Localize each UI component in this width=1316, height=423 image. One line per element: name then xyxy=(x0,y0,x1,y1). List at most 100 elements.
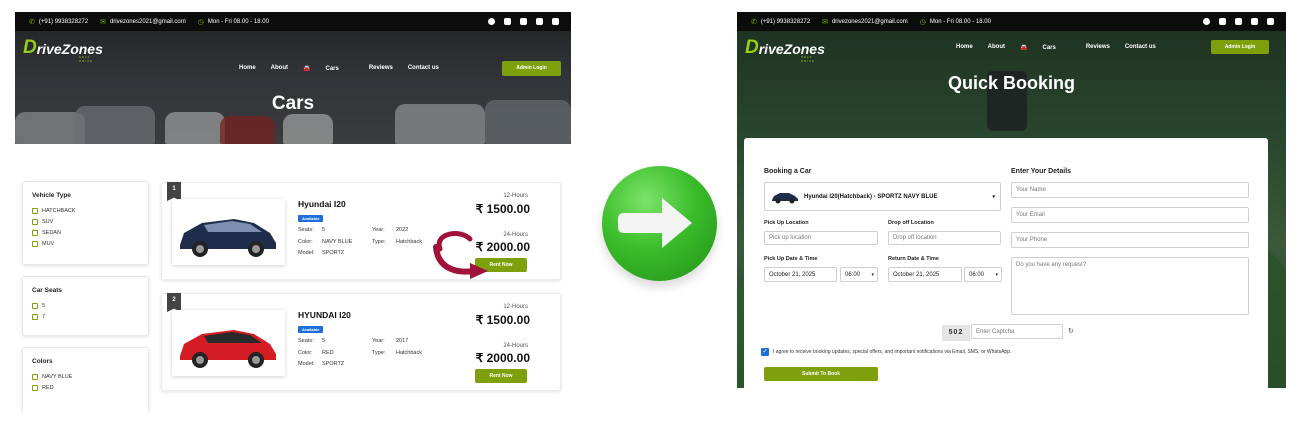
email-icon: ✉ xyxy=(100,18,106,26)
request-textarea[interactable]: Do you have any request? xyxy=(1011,257,1249,315)
nav-about[interactable]: About xyxy=(988,44,1005,51)
admin-login-button[interactable]: Admin Login xyxy=(502,61,561,76)
nav-reviews[interactable]: Reviews xyxy=(369,65,393,72)
filter-option[interactable]: MUV xyxy=(32,238,139,249)
spec-color: Color: RED xyxy=(298,350,334,356)
checkbox[interactable] xyxy=(32,313,38,320)
price-12h-label: 12-Hours xyxy=(503,304,528,310)
email-input[interactable]: Your Email xyxy=(1011,207,1249,223)
youtube-icon[interactable] xyxy=(1235,18,1242,25)
main-nav: DriveZones SELF DRIVE Home About 🚘 Cars R… xyxy=(737,31,1286,63)
checkbox[interactable] xyxy=(32,207,38,214)
checkbox[interactable] xyxy=(32,373,38,380)
car-photo[interactable] xyxy=(172,199,285,265)
pickup-location-label: Pick Up Location xyxy=(764,220,809,226)
price-12h: ₹ 1500.00 xyxy=(475,202,530,216)
car-name[interactable]: Hyundai I20 xyxy=(298,199,346,209)
car-icon: 🚘 xyxy=(303,66,311,72)
pickup-date-input[interactable]: October 21, 2025 xyxy=(764,267,837,282)
topbar-email[interactable]: drivezones2021@gmail.com xyxy=(832,19,908,25)
nav-contact[interactable]: Contact us xyxy=(1125,44,1156,51)
price-24h-label: 24-Hours xyxy=(503,343,528,349)
instagram-icon[interactable] xyxy=(1251,18,1258,25)
social-links xyxy=(488,18,559,25)
price-24h: ₹ 2000.00 xyxy=(475,351,530,365)
checkbox[interactable] xyxy=(32,240,38,247)
pickup-datetime-label: Pick Up Date & Time xyxy=(764,256,818,262)
phone-icon: ✆ xyxy=(29,18,35,26)
chevron-down-icon: ▾ xyxy=(871,271,874,278)
filter-option[interactable]: 5 xyxy=(32,300,139,311)
booking-form: Booking a Car Enter Your Details Hyundai… xyxy=(744,138,1268,388)
admin-login-button[interactable]: Admin Login xyxy=(1211,40,1269,54)
filter-option[interactable]: 7 xyxy=(32,311,139,322)
topbar-phone[interactable]: (+91) 9938328272 xyxy=(39,19,88,25)
spec-model: Model: SPORTZ xyxy=(298,361,345,367)
consent-checkbox[interactable]: ✓ xyxy=(761,348,769,356)
refresh-icon[interactable]: ↻ xyxy=(1068,327,1074,335)
car-select[interactable]: Hyundai I20(Hatchback) - SPORTZ NAVY BLU… xyxy=(764,182,1001,211)
twitter-icon[interactable] xyxy=(1219,18,1226,25)
return-date-input[interactable]: October 21, 2025 xyxy=(888,267,962,282)
phone-input[interactable]: Your Phone xyxy=(1011,232,1249,248)
nav-home[interactable]: Home xyxy=(239,65,256,72)
phone-icon: ✆ xyxy=(751,18,757,26)
filter-option[interactable]: NAVY BLUE xyxy=(32,371,139,382)
submit-booking-button[interactable]: Submit To Book xyxy=(764,367,878,381)
return-time-select[interactable]: 06:00 ▾ xyxy=(964,267,1002,282)
captcha-input[interactable]: Enter Captcha xyxy=(971,324,1063,339)
pickup-time-select[interactable]: 06:00 ▾ xyxy=(840,267,878,282)
drivezones-logo[interactable]: DriveZones SELF DRIVE xyxy=(745,38,825,63)
filter-title: Vehicle Type xyxy=(32,192,71,199)
spec-seats: Seats: 5 xyxy=(298,338,326,344)
facebook-icon[interactable] xyxy=(1203,18,1210,25)
car-name[interactable]: HYUNDAI I20 xyxy=(298,310,351,320)
checkbox[interactable] xyxy=(32,229,38,236)
rent-now-button[interactable]: Rent Now xyxy=(475,369,527,383)
filter-option[interactable]: SEDAN xyxy=(32,227,139,238)
price-24h-label: 24-Hours xyxy=(503,232,528,238)
dropoff-location-label: Drop off Location xyxy=(888,220,934,226)
spec-type: Type: Hatchback xyxy=(372,350,422,356)
nav-contact[interactable]: Contact us xyxy=(408,65,439,72)
nav-cars[interactable]: 🚘 Cars xyxy=(303,65,354,72)
email-icon: ✉ xyxy=(822,18,828,26)
contact-topbar: ✆ (+91) 9938328272 ✉ drivezones2021@gmail.… xyxy=(15,12,571,31)
instagram-icon[interactable] xyxy=(536,18,543,25)
store-icon[interactable] xyxy=(1267,18,1274,25)
nav-about[interactable]: About xyxy=(271,65,288,72)
store-icon[interactable] xyxy=(552,18,559,25)
car-listing-card: 1 Hyundai I20 Available Seats: 5 Color: NA… xyxy=(161,182,561,280)
topbar-hours: Mon - Fri 08.00 - 18.00 xyxy=(207,18,269,25)
twitter-icon[interactable] xyxy=(504,18,511,25)
dropoff-location-input[interactable]: Drop off location xyxy=(888,231,1001,245)
captcha-code: 502 xyxy=(942,325,970,341)
nav-menu: Home About 🚘 Cars Reviews Contact us xyxy=(239,65,454,72)
topbar-phone[interactable]: (+91) 9938328272 xyxy=(761,19,810,25)
name-input[interactable]: Your Name xyxy=(1011,182,1249,198)
social-links xyxy=(1203,18,1274,25)
filter-option[interactable]: SUV xyxy=(32,216,139,227)
checkbox[interactable] xyxy=(32,218,38,225)
drivezones-logo[interactable]: DriveZones SELF DRIVE xyxy=(23,38,103,63)
nav-home[interactable]: Home xyxy=(956,44,973,51)
filter-option[interactable]: HATCHBACK xyxy=(32,205,139,216)
next-step-arrow-icon xyxy=(602,166,717,281)
car-photo[interactable] xyxy=(172,310,285,376)
nav-reviews[interactable]: Reviews xyxy=(1086,44,1110,51)
spec-seats: Seats: 5 xyxy=(298,227,326,233)
nav-cars[interactable]: 🚘 Cars xyxy=(1020,44,1071,51)
cars-hero-banner: DriveZones SELF DRIVE Home About 🚘 Cars R… xyxy=(15,31,571,144)
main-nav: DriveZones SELF DRIVE Home About 🚘 Cars R… xyxy=(15,31,571,76)
pickup-location-input[interactable]: Pick up location xyxy=(764,231,878,245)
selected-car-label: Hyundai I20(Hatchback) - SPORTZ NAVY BLU… xyxy=(804,193,938,200)
checkbox[interactable] xyxy=(32,302,38,309)
topbar-email[interactable]: drivezones2021@gmail.com xyxy=(110,19,186,25)
car-listing-card: 2 HYUNDAI I20 Available Seats: 5 Color: RE… xyxy=(161,293,561,391)
spec-year: Year: 2022 xyxy=(372,227,409,233)
youtube-icon[interactable] xyxy=(520,18,527,25)
facebook-icon[interactable] xyxy=(488,18,495,25)
checkbox[interactable] xyxy=(32,384,38,391)
page-title: Cars xyxy=(271,93,315,114)
filter-option[interactable]: RED xyxy=(32,382,139,393)
